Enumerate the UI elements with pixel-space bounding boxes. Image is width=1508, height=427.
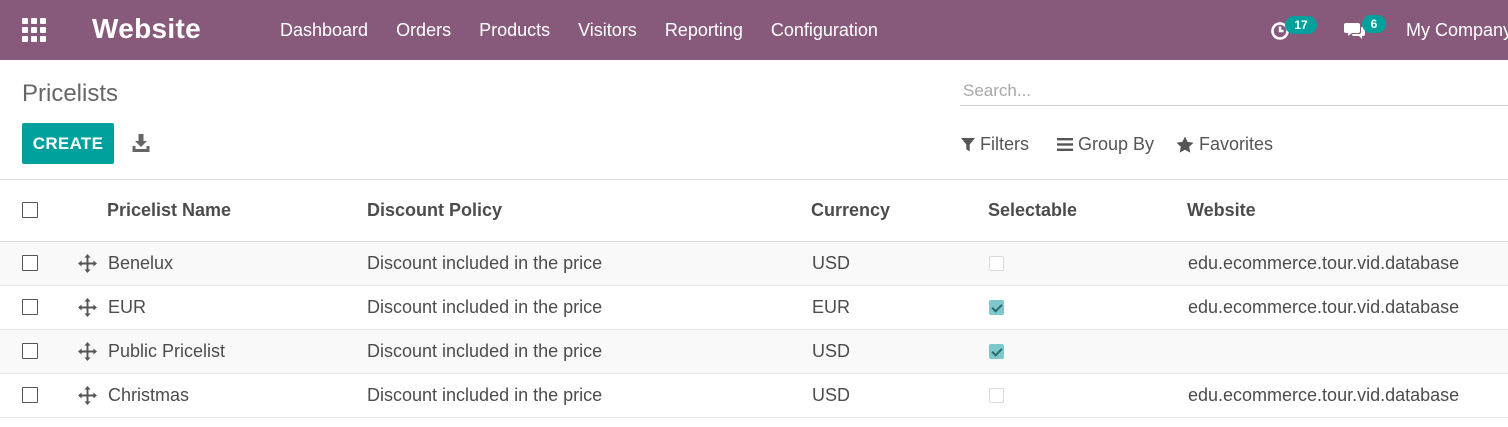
table-row[interactable]: Public Pricelist Discount included in the…	[0, 330, 1508, 374]
column-header-selectable[interactable]: Selectable	[988, 180, 1077, 240]
menu-reporting[interactable]: Reporting	[665, 0, 743, 60]
filters-toggle[interactable]: Filters	[961, 124, 1029, 164]
apps-menu-icon[interactable]	[22, 18, 46, 42]
group-by-label: Group By	[1078, 133, 1155, 154]
filters-label: Filters	[980, 133, 1029, 154]
cell-discount-policy: Discount included in the price	[367, 341, 603, 361]
company-switcher[interactable]: My Company	[1406, 0, 1508, 60]
row-checkbox[interactable]	[22, 343, 38, 359]
drag-handle-icon[interactable]	[78, 386, 97, 405]
menu-configuration[interactable]: Configuration	[771, 0, 878, 60]
cell-currency: USD	[812, 385, 851, 405]
favorites-toggle[interactable]: Favorites	[1176, 124, 1273, 164]
column-header-website[interactable]: Website	[1187, 180, 1256, 240]
drag-handle-icon[interactable]	[78, 298, 97, 317]
select-all-checkbox[interactable]	[22, 202, 38, 218]
cell-discount-policy: Discount included in the price	[367, 385, 603, 405]
cell-discount-policy: Discount included in the price	[367, 297, 603, 317]
table-body: Benelux Discount included in the price USD…	[0, 242, 1508, 418]
filter-icon	[961, 137, 975, 151]
table-header: Pricelist Name Discount Policy Currency …	[0, 179, 1508, 242]
table-row[interactable]: EUR Discount included in the price EUR edu.…	[0, 286, 1508, 330]
bars-icon	[1057, 137, 1073, 151]
app-brand[interactable]: Website	[92, 13, 201, 45]
star-icon	[1176, 136, 1194, 153]
cell-currency: USD	[812, 341, 851, 361]
cell-pricelist-name: Benelux	[108, 253, 174, 273]
cell-pricelist-name: Christmas	[108, 385, 190, 405]
table-row[interactable]: Christmas Discount included in the price U…	[0, 374, 1508, 418]
download-button[interactable]	[131, 133, 151, 153]
main-menu: Dashboard Orders Products Visitors Repor…	[280, 0, 906, 60]
cell-currency: EUR	[812, 297, 851, 317]
column-header-name[interactable]: Pricelist Name	[107, 180, 231, 240]
row-checkbox[interactable]	[22, 387, 38, 403]
column-header-currency[interactable]: Currency	[811, 180, 890, 240]
download-icon	[132, 134, 150, 152]
selectable-checkbox	[989, 256, 1004, 271]
row-checkbox[interactable]	[22, 299, 38, 315]
table-row[interactable]: Benelux Discount included in the price USD…	[0, 242, 1508, 286]
cell-website: edu.ecommerce.tour.vid.database	[1188, 297, 1460, 317]
cell-website: edu.ecommerce.tour.vid.database	[1188, 385, 1460, 405]
cell-pricelist-name: EUR	[108, 297, 147, 317]
search-input[interactable]	[960, 76, 1508, 106]
top-navbar: Website Dashboard Orders Products Visito…	[0, 0, 1508, 60]
row-checkbox[interactable]	[22, 255, 38, 271]
activity-menu[interactable]: 17	[1268, 0, 1320, 60]
selectable-checkbox	[989, 300, 1004, 315]
column-header-discount-policy[interactable]: Discount Policy	[367, 180, 502, 240]
menu-visitors[interactable]: Visitors	[578, 0, 637, 60]
favorites-label: Favorites	[1199, 133, 1274, 154]
activity-count-badge: 17	[1285, 16, 1317, 34]
cell-currency: USD	[812, 253, 851, 273]
messages-count-badge: 6	[1362, 15, 1386, 33]
drag-handle-icon[interactable]	[78, 342, 97, 361]
messages-menu[interactable]: 6	[1342, 0, 1388, 60]
cell-pricelist-name: Public Pricelist	[108, 341, 226, 361]
menu-products[interactable]: Products	[479, 0, 550, 60]
selectable-checkbox	[989, 344, 1004, 359]
cell-discount-policy: Discount included in the price	[367, 253, 603, 273]
cell-website: edu.ecommerce.tour.vid.database	[1188, 253, 1460, 273]
menu-dashboard[interactable]: Dashboard	[280, 0, 368, 60]
selectable-checkbox	[989, 388, 1004, 403]
pricelist-table: Pricelist Name Discount Policy Currency …	[0, 179, 1508, 418]
drag-handle-icon[interactable]	[78, 254, 97, 273]
group-by-toggle[interactable]: Group By	[1057, 124, 1154, 164]
create-button[interactable]: CREATE	[22, 123, 114, 164]
page-title[interactable]: Pricelists	[22, 80, 118, 108]
menu-orders[interactable]: Orders	[396, 0, 451, 60]
